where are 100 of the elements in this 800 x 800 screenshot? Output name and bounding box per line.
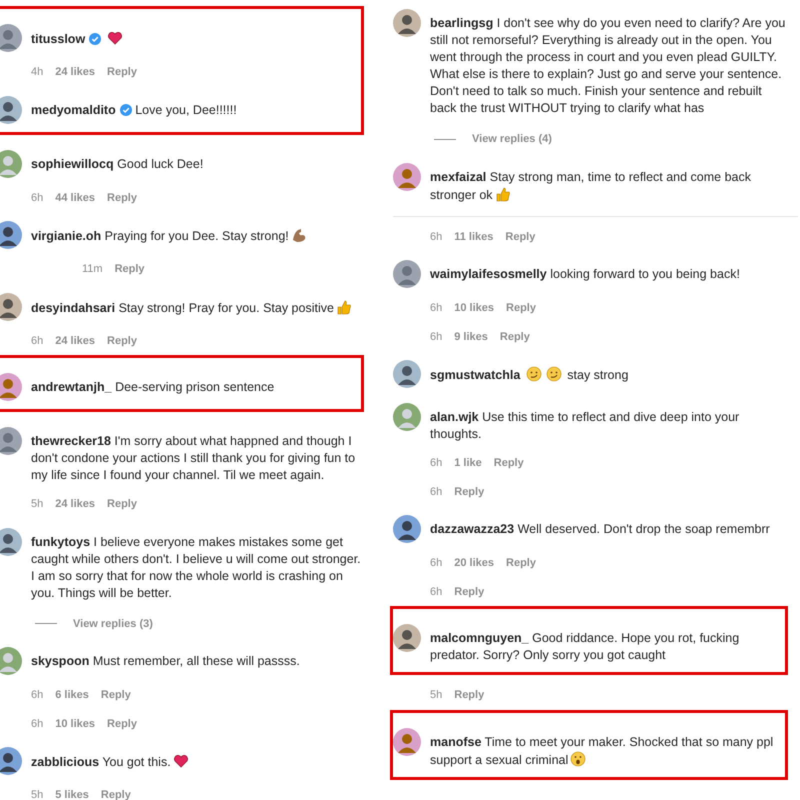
comment-text: sgmustwatchla stay strong bbox=[430, 365, 628, 384]
comment-text: thewrecker18 I'm sorry about what happned and though I don't condone your actions I still thank you for giving fun to my life since I found your channel. Til we meet again. bbox=[31, 433, 356, 484]
thumbs-up-icon bbox=[494, 186, 511, 202]
reply-link[interactable]: Reply bbox=[494, 455, 524, 472]
username-link[interactable]: manofse bbox=[430, 734, 482, 748]
surprised-face-icon bbox=[570, 750, 586, 766]
likes-count[interactable]: 10 likes bbox=[454, 300, 494, 316]
comment-text: medyomaldito Love you, Dee!!!!!! bbox=[31, 102, 237, 118]
avatar-icon[interactable] bbox=[393, 515, 421, 543]
reply-link[interactable]: Reply bbox=[107, 64, 137, 80]
likes-count[interactable]: 24 likes bbox=[55, 496, 96, 512]
username-link[interactable]: dazzawazza23 bbox=[430, 522, 514, 536]
reply-link[interactable]: Reply bbox=[454, 484, 484, 500]
comment-time: 5h bbox=[31, 497, 44, 512]
username-link[interactable]: virgianie.oh bbox=[31, 229, 102, 243]
comment-time: 6h bbox=[31, 190, 44, 206]
comment-time: 6h bbox=[430, 230, 442, 244]
username-link[interactable]: zabblicious bbox=[31, 755, 100, 769]
avatar-icon[interactable] bbox=[0, 292, 22, 320]
likes-count[interactable]: 24 likes bbox=[55, 64, 96, 80]
likes-count[interactable]: 24 likes bbox=[55, 332, 96, 349]
comment-time: 6h bbox=[430, 556, 442, 571]
reply-link[interactable]: Reply bbox=[100, 687, 131, 704]
comment-text: andrewtanjh_ Dee-serving prison sentence bbox=[31, 379, 274, 396]
thumbs-up-icon bbox=[336, 298, 352, 314]
username-link[interactable]: desyindahsari bbox=[31, 300, 116, 314]
username-link[interactable]: waimylaifesosmelly bbox=[430, 267, 547, 281]
comment-time: 6h bbox=[31, 688, 44, 703]
replies-line bbox=[35, 623, 57, 624]
username-link[interactable]: malcomnguyen_ bbox=[430, 631, 529, 645]
comment-text: alan.wjk Use this time to reflect and dive deep into your thoughts. bbox=[430, 409, 740, 443]
avatar-icon[interactable] bbox=[393, 360, 421, 388]
comment-time: 6h bbox=[430, 301, 442, 316]
avatar-icon[interactable] bbox=[0, 24, 22, 52]
avatar-icon[interactable] bbox=[393, 728, 421, 756]
avatar-icon[interactable] bbox=[0, 373, 22, 401]
username-link[interactable]: medyomaldito bbox=[31, 102, 116, 116]
reply-link[interactable]: Reply bbox=[454, 687, 484, 704]
smiley-icon bbox=[546, 366, 562, 382]
avatar-icon[interactable] bbox=[393, 162, 421, 190]
heart-icon bbox=[106, 30, 123, 46]
likes-count[interactable]: 11 likes bbox=[454, 228, 494, 245]
view-replies-link[interactable]: View replies (3) bbox=[73, 616, 153, 632]
comment-text: manofse Time to meet your maker. Shocked that so many ppl support a sexual criminal bbox=[430, 734, 774, 768]
smiley-icon bbox=[526, 366, 542, 382]
reply-link[interactable]: Reply bbox=[505, 228, 536, 245]
comment-text: dazzawazza23 Well deserved. Don't drop the soap remembrr bbox=[430, 521, 770, 538]
avatar-icon[interactable] bbox=[0, 221, 22, 249]
comment-time: 6h bbox=[430, 456, 442, 471]
avatar-icon[interactable] bbox=[0, 528, 22, 556]
likes-count[interactable]: 1 like bbox=[454, 455, 482, 472]
reply-link[interactable]: Reply bbox=[100, 787, 131, 800]
avatar-icon[interactable] bbox=[393, 260, 421, 288]
username-link[interactable]: sgmustwatchla bbox=[430, 368, 520, 382]
username-link[interactable]: sophiewillocq bbox=[31, 156, 114, 170]
reply-link[interactable]: Reply bbox=[506, 300, 536, 316]
avatar-icon[interactable] bbox=[393, 624, 421, 652]
likes-count[interactable]: 6 likes bbox=[55, 687, 89, 704]
avatar-icon[interactable] bbox=[0, 96, 22, 124]
comment-text: funkytoys I believe everyone makes mistakes some get caught while others don't. I believe u will come out stronger. I am so sorry that for now the whole world is crashing on you. Things will be better. bbox=[31, 534, 362, 602]
comment-time: 4h bbox=[31, 65, 44, 80]
comment-text: desyindahsari Stay strong! Pray for you. Stay positive bbox=[31, 292, 354, 316]
replies-line bbox=[434, 138, 456, 140]
flexed-arm-icon bbox=[290, 227, 307, 243]
likes-count[interactable]: 5 likes bbox=[55, 787, 89, 800]
username-link[interactable]: bearlingsg bbox=[430, 16, 494, 30]
comment-time: 6h bbox=[31, 716, 44, 732]
username-link[interactable]: alan.wjk bbox=[430, 410, 479, 424]
likes-count[interactable]: 9 likes bbox=[454, 328, 488, 345]
comment-time: 6h bbox=[430, 330, 442, 344]
comment-text: sophiewillocq Good luck Dee! bbox=[31, 156, 204, 172]
comment-time: 11m bbox=[82, 262, 103, 277]
reply-link[interactable]: Reply bbox=[500, 328, 530, 345]
view-replies-link[interactable]: View replies (4) bbox=[472, 131, 552, 148]
reply-link[interactable]: Reply bbox=[506, 555, 536, 572]
avatar-icon[interactable] bbox=[393, 9, 421, 37]
username-link[interactable]: mexfaizal bbox=[430, 170, 486, 184]
reply-link[interactable]: Reply bbox=[114, 261, 145, 278]
likes-count[interactable]: 44 likes bbox=[55, 190, 96, 206]
comment-time: 6h bbox=[430, 484, 442, 500]
comment-time: 6h bbox=[430, 584, 442, 600]
reply-link[interactable]: Reply bbox=[107, 716, 137, 732]
username-link[interactable]: titusslow bbox=[31, 32, 86, 46]
avatar-icon[interactable] bbox=[0, 427, 22, 455]
reply-link[interactable]: Reply bbox=[107, 190, 137, 206]
username-link[interactable]: andrewtanjh_ bbox=[31, 380, 112, 394]
comment-text: bearlingsg I don't see why do you even need to clarify? Are you still not remorseful? Everything is already out in the open. You went through the process in court and you even plead GUILTY. What else is there to explain? Just go and serve your sentence. Don't need to talk so much. Finish your sentence and rebuilt back the trust WITHOUT trying to clarify what has bbox=[430, 15, 786, 117]
reply-link[interactable]: Reply bbox=[107, 496, 137, 512]
username-link[interactable]: skyspoon bbox=[31, 654, 90, 668]
comment-text: waimylaifesosmelly looking forward to you being back! bbox=[430, 266, 740, 283]
avatar-icon[interactable] bbox=[0, 747, 22, 775]
comment-text: zabblicious You got this. bbox=[31, 747, 191, 771]
comment-text: malcomnguyen_ Good riddance. Hope you rot, fucking predator. Sorry? Only sorry you got caught bbox=[430, 630, 740, 664]
likes-count[interactable]: 10 likes bbox=[55, 716, 96, 732]
username-link[interactable]: funkytoys bbox=[31, 534, 90, 548]
likes-count[interactable]: 20 likes bbox=[454, 555, 494, 572]
comment-time: 5h bbox=[31, 788, 44, 800]
username-link[interactable]: thewrecker18 bbox=[31, 434, 111, 448]
reply-link[interactable]: Reply bbox=[454, 584, 484, 600]
reply-link[interactable]: Reply bbox=[107, 332, 137, 349]
